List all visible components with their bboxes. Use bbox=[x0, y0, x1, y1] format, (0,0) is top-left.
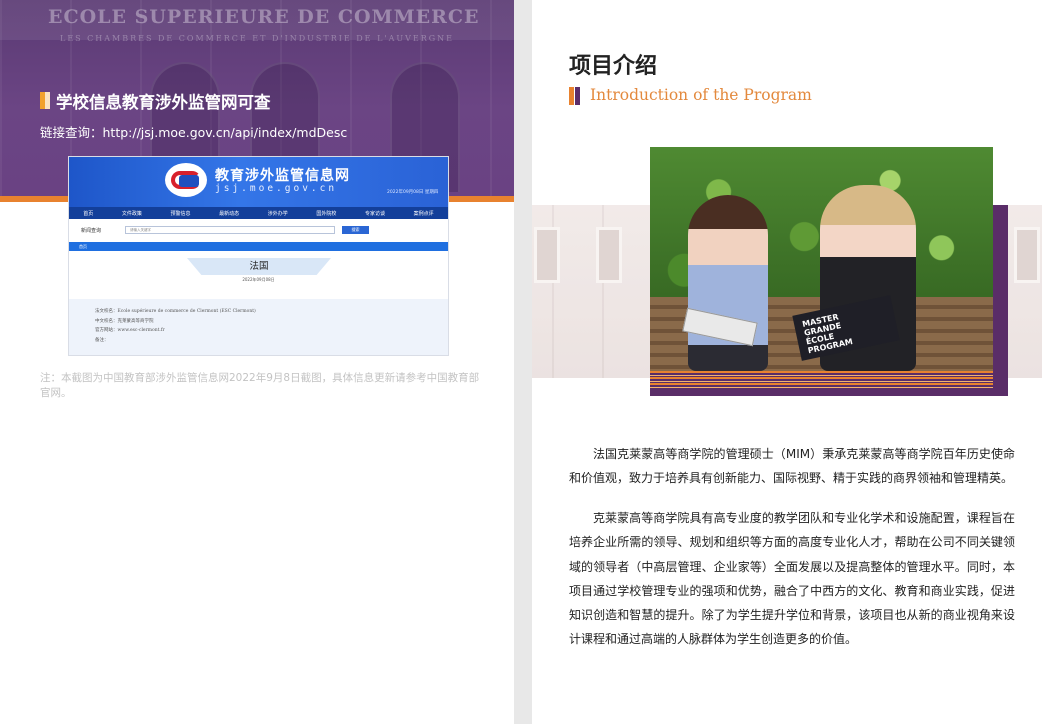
site-search-bar: 新闻查询 请输入关键字 搜索 bbox=[69, 221, 448, 239]
site-search-input: 请输入关键字 bbox=[125, 226, 336, 234]
school-info-line: 法文校名：Ecole supérieure de commerce de Cle… bbox=[95, 309, 256, 314]
building-window bbox=[534, 227, 560, 283]
country-tab: 法国 bbox=[187, 258, 331, 275]
intro-paragraph: 法国克莱蒙高等商学院的管理硕士（MIM）秉承克莱蒙高等商学院百年历史使命和价值观… bbox=[569, 447, 1015, 486]
facade-engraving-sub: LES CHAMBRES DE COMMERCE ET D'INDUSTRIE … bbox=[60, 34, 454, 43]
school-info-line: 备注： bbox=[95, 337, 109, 343]
magazine-cover-text: MASTER GRANDE ÉCOLE PROGRAM bbox=[801, 312, 854, 356]
screenshot-note: 注：本截图为中国教育部涉外监管信息网2022年9月8日截图，具体信息更新请参考中… bbox=[40, 372, 480, 399]
site-nav: 首页 文件政策 预警信息 最新动态 涉外办学 国外院校 专家访谈 案例点评 bbox=[69, 207, 448, 219]
site-nav-item: 专家访谈 bbox=[365, 210, 386, 217]
site-title: 教育涉外监管信息网 bbox=[215, 168, 350, 184]
building-window bbox=[1014, 227, 1040, 283]
ministry-logo-icon bbox=[165, 163, 207, 197]
site-nav-item: 预警信息 bbox=[170, 210, 191, 217]
school-info-line: 中文校名：克莱蒙高等商学院 bbox=[95, 318, 154, 324]
site-nav-item: 国外院校 bbox=[316, 210, 337, 217]
subtitle-marker-icon bbox=[569, 87, 580, 105]
website-screenshot: 教育涉外监管信息网 jsj.moe.gov.cn 2022年09月08日 星期四… bbox=[69, 157, 448, 355]
page-title: 项目介绍 bbox=[569, 54, 658, 79]
site-nav-item: 文件政策 bbox=[121, 210, 142, 217]
student-left bbox=[688, 195, 768, 371]
school-info-panel: 法文校名：Ecole supérieure de commerce de Cle… bbox=[69, 299, 448, 355]
building-window bbox=[596, 227, 622, 283]
decorative-stripes bbox=[650, 371, 993, 388]
section-title: 学校信息教育涉外监管网可查 bbox=[56, 93, 271, 112]
query-link[interactable]: 链接查询：http://jsj.moe.gov.cn/api/index/mdD… bbox=[40, 122, 347, 141]
students-photo: MASTER GRANDE ÉCOLE PROGRAM bbox=[650, 147, 993, 371]
page-subtitle: Introduction of the Program bbox=[590, 86, 812, 104]
title-marker-icon bbox=[40, 92, 50, 109]
school-info-line: 官方网站：www.esc-clermont.fr bbox=[95, 328, 165, 333]
site-nav-item: 案例点评 bbox=[413, 210, 434, 217]
site-search-label: 新闻查询 bbox=[81, 227, 102, 234]
site-banner: 教育涉外监管信息网 jsj.moe.gov.cn 2022年09月08日 星期四 bbox=[69, 157, 448, 207]
right-page: 项目介绍 Introduction of the Program MASTER G… bbox=[532, 0, 1042, 724]
site-nav-item: 涉外办学 bbox=[267, 210, 288, 217]
site-search-button: 搜索 bbox=[342, 226, 370, 234]
left-page: ECOLE SUPERIEURE DE COMMERCE LES CHAMBRE… bbox=[0, 0, 514, 724]
site-nav-item: 最新动态 bbox=[219, 210, 240, 217]
facade-engraving: ECOLE SUPERIEURE DE COMMERCE bbox=[48, 6, 480, 28]
site-breadcrumb: 首页 bbox=[69, 242, 448, 251]
site-url: jsj.moe.gov.cn bbox=[215, 183, 338, 194]
country-date: 2022年09月08日 bbox=[242, 277, 275, 282]
site-date: 2022年09月08日 星期四 bbox=[387, 190, 439, 195]
site-nav-item: 首页 bbox=[83, 210, 94, 217]
intro-paragraph: 克莱蒙高等商学院具有高专业度的教学团队和专业化学术和设施配置，课程旨在培养企业所… bbox=[569, 511, 1015, 647]
